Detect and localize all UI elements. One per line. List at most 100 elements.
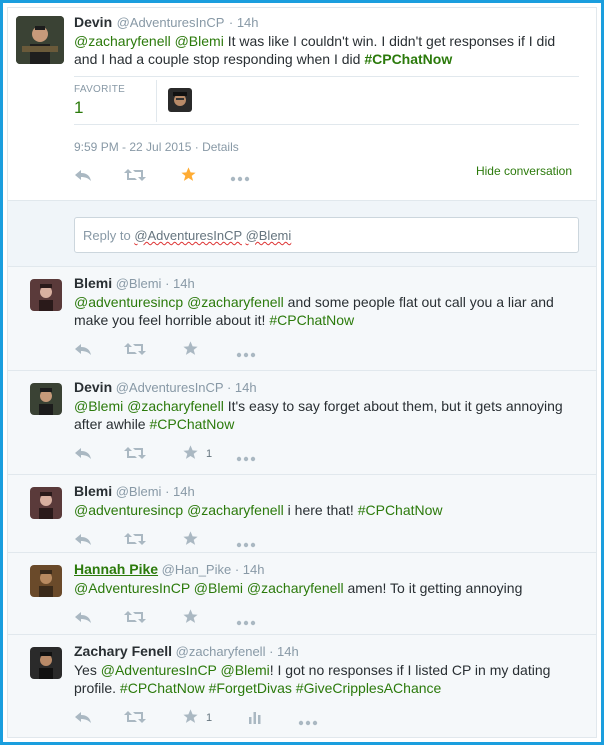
author-handle[interactable]: @Blemi [112, 276, 165, 291]
avatar[interactable] [30, 565, 62, 597]
analytics-icon[interactable] [248, 710, 262, 727]
author-handle[interactable]: @Han_Pike [158, 562, 235, 577]
retweet-icon[interactable] [124, 710, 146, 727]
reply-mention: @Blemi [245, 228, 292, 243]
reply-icon[interactable] [74, 342, 92, 359]
favorite-count: 1 [206, 448, 213, 460]
favorite-stat[interactable]: FAVORITE 1 [74, 84, 125, 118]
author-handle[interactable]: @zacharyfenell [172, 644, 269, 659]
author-name[interactable]: Blemi [74, 275, 112, 291]
avatar[interactable] [16, 16, 64, 64]
stats-divider-bottom [74, 124, 579, 125]
favorite-label: FAVORITE [74, 84, 126, 95]
mention-link[interactable]: @zacharyfenell [127, 398, 224, 414]
star-icon[interactable] [182, 708, 199, 728]
tweet-time[interactable]: · 14h [235, 562, 265, 577]
hashtag-link[interactable]: #CPChatNow [149, 416, 234, 432]
star-icon[interactable] [182, 608, 199, 628]
tweet-time[interactable]: · 14h [165, 276, 195, 291]
reply-icon[interactable] [74, 168, 92, 185]
reply-mention: @AdventuresInCP [134, 228, 242, 243]
reply-icon[interactable] [74, 610, 92, 627]
tweet-actions [74, 609, 334, 629]
tweet-time[interactable]: · 14h [227, 380, 257, 395]
reply-input[interactable]: Reply to @AdventuresInCP @Blemi [74, 217, 579, 253]
retweet-icon[interactable] [124, 610, 146, 627]
author-handle[interactable]: @AdventuresInCP [117, 15, 225, 30]
mention-link[interactable]: @zacharyfenell [74, 33, 171, 49]
hide-conversation-link[interactable]: Hide conversation [476, 164, 572, 178]
hashtag-link[interactable]: #GiveCripplesAChance [296, 680, 442, 696]
mention-link[interactable]: @Blemi [221, 662, 270, 678]
retweet-icon[interactable] [124, 532, 146, 549]
conversation-panel: Devin @AdventuresInCP · 14h @zacharyfene… [7, 7, 597, 738]
reply-prefix: Reply to [83, 228, 135, 243]
avatar[interactable] [30, 383, 62, 415]
mention-link[interactable]: @AdventuresInCP [101, 662, 217, 678]
tweet-actions [74, 341, 334, 361]
tweet-actions [74, 166, 274, 188]
hashtag-link[interactable]: #CPChatNow [269, 312, 354, 328]
avatar[interactable] [30, 487, 62, 519]
mention-link[interactable]: @adventuresincp [74, 294, 183, 310]
reply-tweet[interactable]: Blemi @Blemi · 14h @adventuresincp @zacha… [8, 266, 596, 370]
retweet-icon[interactable] [124, 168, 146, 185]
window-frame: Devin @AdventuresInCP · 14h @zacharyfene… [0, 0, 604, 745]
mention-link[interactable]: @AdventuresInCP [74, 580, 190, 596]
reply-icon[interactable] [74, 446, 92, 463]
tweet-text: @zacharyfenell @Blemi It was like I coul… [74, 32, 574, 68]
tweet-actions: 1 [74, 709, 334, 729]
star-icon[interactable] [182, 530, 199, 550]
more-icon[interactable] [230, 170, 250, 185]
reply-tweet[interactable]: Zachary Fenell @zacharyfenell · 14h Yes @… [8, 634, 596, 737]
author-name[interactable]: Blemi [74, 483, 112, 499]
reply-icon[interactable] [74, 532, 92, 549]
mention-link[interactable]: @Blemi [194, 580, 243, 596]
main-tweet: Devin @AdventuresInCP · 14h @zacharyfene… [8, 8, 596, 200]
reply-tweet[interactable]: Devin @AdventuresInCP · 14h @Blemi @zacha… [8, 370, 596, 474]
mention-link[interactable]: @zacharyfenell [187, 294, 284, 310]
tweet-time[interactable]: · 14h [165, 484, 195, 499]
reply-tweet[interactable]: Hannah Pike @Han_Pike · 14h @AdventuresIn… [8, 552, 596, 634]
favorite-count: 1 [74, 98, 84, 117]
favorite-count: 1 [206, 712, 213, 724]
tweet-text: @adventuresincp @zacharyfenell and some … [74, 294, 554, 328]
avatar[interactable] [30, 279, 62, 311]
tweet-timestamp[interactable]: 9:59 PM - 22 Jul 2015 · Details [74, 140, 239, 154]
more-icon[interactable] [236, 346, 256, 361]
tweet-text: @AdventuresInCP @Blemi @zacharyfenell am… [74, 580, 523, 596]
author-name[interactable]: Devin [74, 379, 112, 395]
reply-tweet[interactable]: Blemi @Blemi · 14h @adventuresincp @zacha… [8, 474, 596, 552]
hashtag-link[interactable]: #CPChatNow [120, 680, 205, 696]
retweet-icon[interactable] [124, 446, 146, 463]
mention-link[interactable]: @Blemi [74, 398, 123, 414]
mention-link[interactable]: @adventuresincp [74, 502, 183, 518]
mention-link[interactable]: @zacharyfenell [187, 502, 284, 518]
favoriter-avatar[interactable] [168, 88, 192, 112]
star-icon[interactable] [180, 166, 197, 186]
tweet-time[interactable]: · 14h [269, 644, 299, 659]
author-handle[interactable]: @Blemi [112, 484, 165, 499]
author-name[interactable]: Devin [74, 14, 112, 30]
mention-link[interactable]: @zacharyfenell [247, 580, 344, 596]
retweet-icon[interactable] [124, 342, 146, 359]
tweet-text: @Blemi @zacharyfenell It's easy to say f… [74, 398, 563, 432]
more-icon[interactable] [236, 536, 256, 551]
tweet-actions [74, 531, 334, 551]
more-icon[interactable] [236, 614, 256, 629]
tweet-actions: 1 [74, 445, 334, 465]
avatar[interactable] [30, 647, 62, 679]
hashtag-link[interactable]: #ForgetDivas [209, 680, 292, 696]
more-icon[interactable] [298, 714, 318, 729]
more-icon[interactable] [236, 450, 256, 465]
hashtag-link[interactable]: #CPChatNow [358, 502, 443, 518]
star-icon[interactable] [182, 340, 199, 360]
star-icon[interactable] [182, 444, 199, 464]
hashtag-link[interactable]: #CPChatNow [364, 51, 452, 67]
author-name[interactable]: Zachary Fenell [74, 643, 172, 659]
tweet-time[interactable]: · 14h [229, 15, 259, 30]
author-handle[interactable]: @AdventuresInCP [112, 380, 227, 395]
reply-icon[interactable] [74, 710, 92, 727]
mention-link[interactable]: @Blemi [175, 33, 224, 49]
author-name[interactable]: Hannah Pike [74, 561, 158, 577]
